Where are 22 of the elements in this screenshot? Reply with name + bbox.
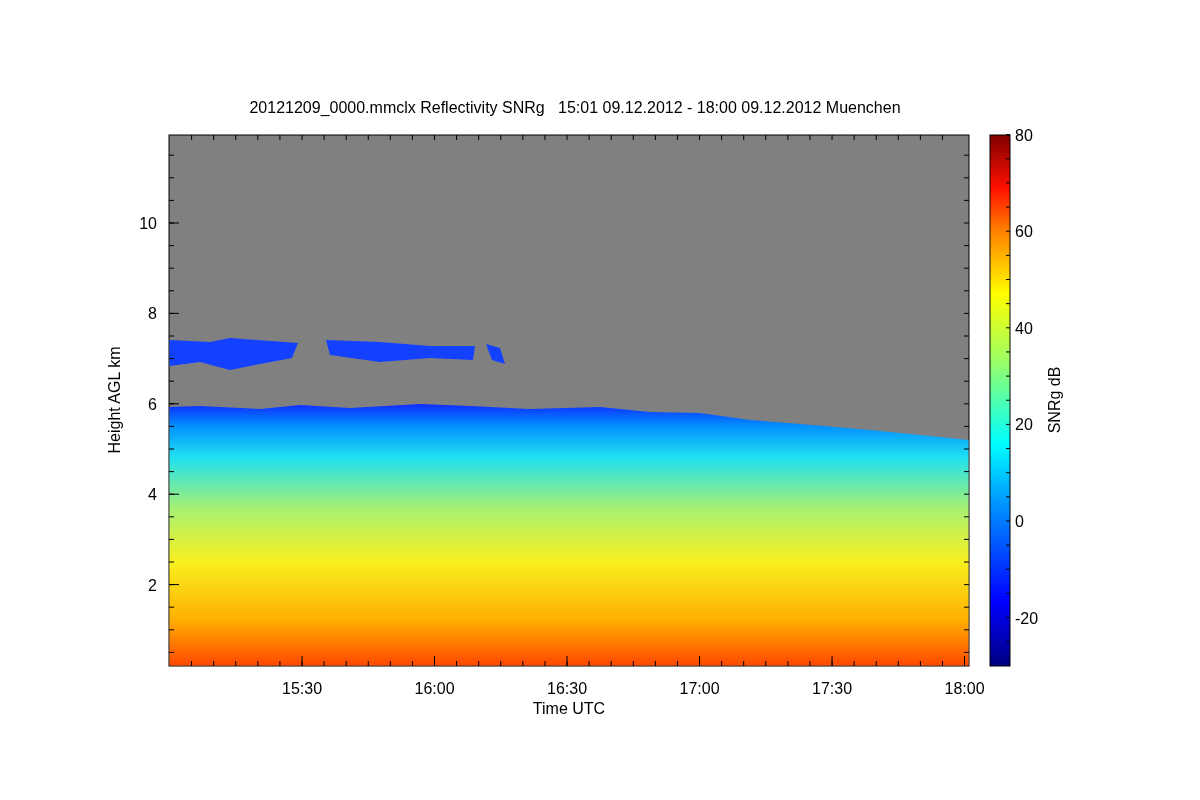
x-tick-label: 18:00	[944, 680, 985, 697]
colorbar-tick-label: -20	[1015, 609, 1039, 627]
y-axis-label: Height AGL km	[106, 346, 123, 454]
y-tick-label: 6	[148, 395, 157, 413]
cloud-patch	[486, 344, 505, 364]
colorbar-tick-label: 80	[1015, 126, 1033, 144]
x-tick-label: 17:00	[679, 680, 720, 697]
x-tick-label: 16:00	[414, 680, 455, 697]
x-tick-label: 17:30	[812, 680, 853, 697]
colorbar-tick-label: 0	[1015, 513, 1024, 530]
y-tick-label: 4	[148, 486, 157, 504]
y-tick-label: 10	[139, 215, 157, 232]
colorbar-tick-label: 20	[1015, 416, 1033, 434]
chart-title: 20121209_0000.mmclx Reflectivity SNRg 15:01 09.12.2012 - 18:00 09.12.2012 Muenchen	[249, 99, 901, 116]
colorbar-label: SNRg dB	[1046, 366, 1063, 434]
x-tick-label: 16:30	[547, 680, 588, 697]
x-axis-label: Time UTC	[532, 700, 606, 717]
colorbar-tick-label: 40	[1015, 319, 1033, 337]
y-tick-label: 8	[148, 305, 157, 323]
x-tick-label: 15:30	[282, 680, 323, 697]
colorbar-tick-label: 60	[1015, 223, 1033, 241]
y-tick-label: 2	[148, 576, 157, 594]
